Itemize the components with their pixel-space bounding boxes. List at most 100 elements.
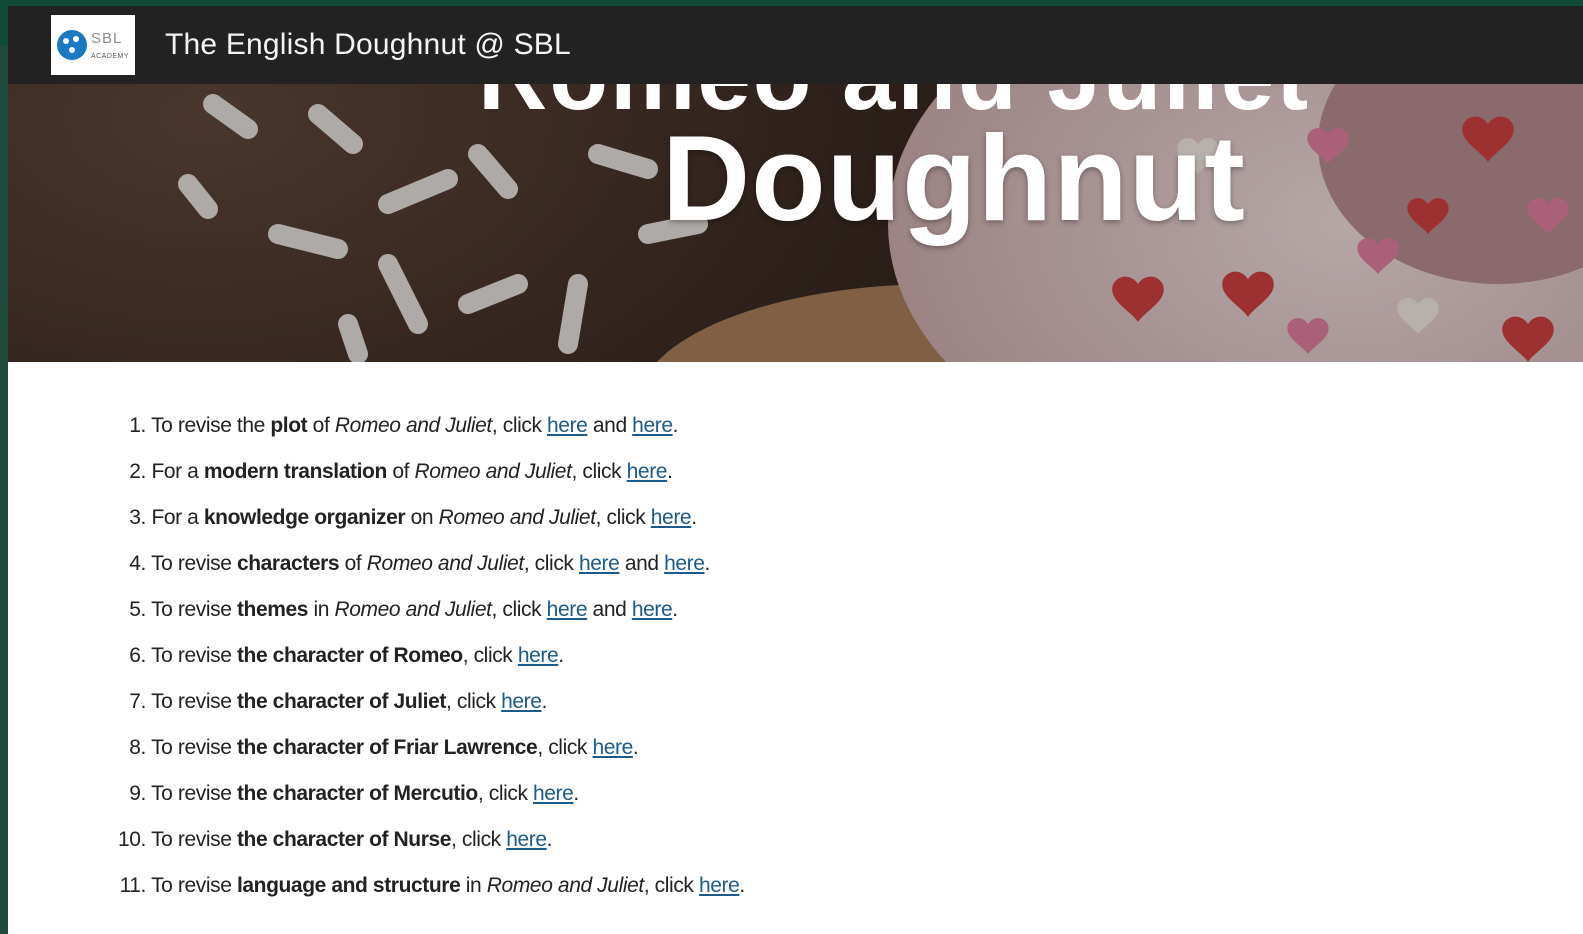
revision-list-item: 1. To revise the plot of Romeo and Julie… [108, 402, 745, 448]
play-title: Romeo and Juliet [438, 506, 596, 529]
revision-list-item: 2. For a modern translation of Romeo and… [108, 448, 745, 494]
text-fragment: in [460, 874, 487, 897]
topic-label: language and structure [236, 874, 461, 897]
text-fragment: , click [595, 506, 651, 529]
text-fragment: To revise [151, 690, 237, 713]
text-fragment: , click [571, 460, 627, 483]
text-fragment: and [587, 414, 633, 437]
text-fragment: , click [451, 828, 507, 851]
revision-list-item: 8. To revise the character of Friar Lawr… [108, 724, 745, 770]
hero-title: Doughnut [662, 110, 1246, 246]
text-fragment: . [739, 874, 745, 897]
text-fragment: , click [491, 598, 547, 621]
topic-label: modern translation [203, 460, 387, 483]
site-title[interactable]: The English Doughnut @ SBL [165, 28, 571, 62]
list-item-text: To revise the character of Mercutio, cli… [151, 782, 579, 805]
site-logo[interactable]: SBL ACADEMY [51, 15, 135, 75]
text-fragment: To revise [151, 736, 237, 759]
list-item-number: 3. [129, 506, 146, 529]
text-fragment: and [619, 552, 665, 575]
text-fragment: To revise [151, 552, 237, 575]
text-fragment: . [573, 782, 579, 805]
logo-text: SBL ACADEMY [91, 31, 129, 60]
text-fragment: , click [477, 782, 533, 805]
text-fragment: To revise [151, 874, 237, 897]
text-fragment: To revise [151, 782, 237, 805]
here-link[interactable]: here [592, 736, 633, 759]
play-title: Romeo and Juliet [366, 552, 524, 575]
text-fragment: To revise the [151, 414, 271, 437]
text-fragment: , click [523, 552, 579, 575]
play-title: Romeo and Juliet [486, 874, 644, 897]
revision-list-item: 11. To revise language and structure in … [108, 862, 746, 908]
revision-list: 1. To revise the plot of Romeo and Julie… [108, 402, 745, 908]
here-link[interactable]: here [632, 598, 673, 621]
revision-list-item: 9. To revise the character of Mercutio, … [108, 770, 745, 816]
list-item-number: 6. [129, 644, 146, 667]
topic-label: knowledge organizer [203, 506, 406, 529]
list-item-number: 4. [129, 552, 146, 575]
list-item-text: For a modern translation of Romeo and Ju… [151, 460, 673, 483]
here-link[interactable]: here [533, 782, 574, 805]
topic-label: the character of Mercutio [236, 782, 478, 805]
text-fragment: To revise [151, 598, 237, 621]
revision-list-item: 4. To revise characters of Romeo and Jul… [108, 540, 745, 586]
text-fragment: . [704, 552, 711, 575]
text-fragment: To revise [151, 644, 237, 667]
text-fragment: , click [491, 414, 548, 437]
list-item-text: To revise the plot of Romeo and Juliet, … [151, 414, 678, 437]
list-item-text: To revise themes in Romeo and Juliet, cl… [151, 598, 678, 621]
here-link[interactable]: here [518, 644, 559, 667]
main-content: 1. To revise the plot of Romeo and Julie… [8, 362, 1583, 934]
revision-list-item: 3. For a knowledge organizer on Romeo an… [108, 494, 745, 540]
text-fragment: of [339, 552, 367, 575]
play-title: Romeo and Juliet [414, 460, 572, 483]
here-link[interactable]: here [632, 414, 673, 437]
topic-label: themes [236, 598, 309, 621]
here-link[interactable]: here [651, 506, 692, 529]
here-link[interactable]: here [547, 414, 588, 437]
list-item-number: 10. [118, 828, 146, 851]
here-link[interactable]: here [501, 690, 542, 713]
topic-label: characters [236, 552, 340, 575]
revision-list-item: 6. To revise the character of Romeo, cli… [108, 632, 745, 678]
here-link[interactable]: here [627, 460, 668, 483]
text-fragment: in [308, 598, 335, 621]
text-fragment: , click [537, 736, 593, 759]
play-title: Romeo and Juliet [334, 414, 492, 437]
list-item-number: 2. [129, 460, 146, 483]
list-item-text: To revise the character of Nurse, click … [151, 828, 552, 851]
text-fragment: . [691, 506, 697, 529]
text-fragment: . [632, 736, 639, 759]
globe-icon [56, 30, 87, 60]
here-link[interactable]: here [547, 598, 588, 621]
list-item-number: 8. [129, 736, 146, 759]
text-fragment: . [546, 828, 553, 851]
site-navbar: SBL ACADEMY The English Doughnut @ SBL [8, 6, 1583, 84]
text-fragment: , click [462, 644, 518, 667]
here-link[interactable]: here [579, 552, 620, 575]
list-item-text: To revise the character of Juliet, click… [151, 690, 547, 713]
page: SBL ACADEMY The English Doughnut @ SBL D… [0, 0, 1583, 934]
list-item-text: To revise the character of Friar Lawrenc… [151, 736, 639, 759]
logo-rule [91, 48, 129, 52]
logo-tagline: ACADEMY [90, 52, 130, 60]
list-item-number: 11. [119, 874, 147, 897]
list-item-text: To revise characters of Romeo and Juliet… [151, 552, 710, 575]
list-item-text: For a knowledge organizer on Romeo and J… [151, 506, 697, 529]
text-fragment: , click [643, 874, 699, 897]
list-item-number: 9. [129, 782, 146, 805]
text-fragment: , click [445, 690, 502, 713]
revision-list-item: 7. To revise the character of Juliet, cl… [108, 678, 745, 724]
here-link[interactable]: here [506, 828, 547, 851]
here-link[interactable]: here [699, 874, 740, 897]
topic-label: the character of Friar Lawrence [236, 736, 538, 759]
list-item-number: 1. [129, 414, 146, 437]
here-link[interactable]: here [664, 552, 705, 575]
list-item-number: 5. [129, 598, 146, 621]
play-title: Romeo and Juliet [334, 598, 492, 621]
text-fragment: . [672, 414, 679, 437]
text-fragment: . [672, 598, 678, 621]
text-fragment: . [558, 644, 564, 667]
revision-list-item: 10. To revise the character of Nurse, cl… [108, 816, 745, 862]
